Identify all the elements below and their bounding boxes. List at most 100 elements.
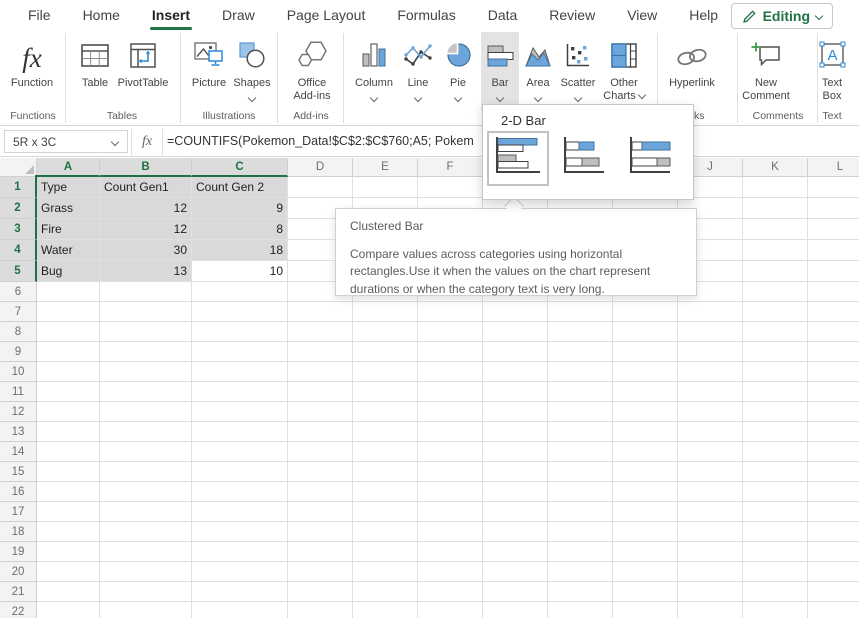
cell-A9[interactable]	[37, 342, 100, 362]
cell-H14[interactable]	[548, 442, 613, 462]
cell-J9[interactable]	[678, 342, 743, 362]
cell-E7[interactable]	[353, 302, 418, 322]
cell-E10[interactable]	[353, 362, 418, 382]
row-header-7[interactable]: 7	[0, 302, 37, 322]
cell-J20[interactable]	[678, 562, 743, 582]
cell-L6[interactable]	[808, 282, 859, 302]
cell-J12[interactable]	[678, 402, 743, 422]
cell-B17[interactable]	[100, 502, 192, 522]
col-header-C[interactable]: C	[192, 158, 288, 177]
cell-B10[interactable]	[100, 362, 192, 382]
row-header-1[interactable]: 1	[0, 177, 37, 198]
hundred-percent-stacked-bar-option[interactable]	[628, 137, 672, 180]
insert-function-button[interactable]: fx	[131, 129, 163, 155]
clustered-bar-option[interactable]	[487, 131, 549, 186]
cell-F11[interactable]	[418, 382, 483, 402]
cell-I12[interactable]	[613, 402, 678, 422]
cell-G20[interactable]	[483, 562, 548, 582]
column-chart-button[interactable]: Column	[351, 32, 397, 111]
cell-C16[interactable]	[192, 482, 288, 502]
cell-G7[interactable]	[483, 302, 548, 322]
cell-A15[interactable]	[37, 462, 100, 482]
cell-D18[interactable]	[288, 522, 353, 542]
row-header-5[interactable]: 5	[0, 261, 37, 282]
cell-B13[interactable]	[100, 422, 192, 442]
cell-C17[interactable]	[192, 502, 288, 522]
cell-D11[interactable]	[288, 382, 353, 402]
cell-I15[interactable]	[613, 462, 678, 482]
cell-G9[interactable]	[483, 342, 548, 362]
cell-K15[interactable]	[743, 462, 808, 482]
cell-J21[interactable]	[678, 582, 743, 602]
cell-C13[interactable]	[192, 422, 288, 442]
cell-J10[interactable]	[678, 362, 743, 382]
cell-D1[interactable]	[288, 177, 353, 198]
cell-L21[interactable]	[808, 582, 859, 602]
cell-H17[interactable]	[548, 502, 613, 522]
cell-C18[interactable]	[192, 522, 288, 542]
function-button[interactable]: fx Function	[6, 32, 58, 111]
cell-F20[interactable]	[418, 562, 483, 582]
cell-K5[interactable]	[743, 261, 808, 282]
cell-A14[interactable]	[37, 442, 100, 462]
cell-K3[interactable]	[743, 219, 808, 240]
col-header-F[interactable]: F	[418, 158, 483, 177]
cell-F12[interactable]	[418, 402, 483, 422]
cell-H15[interactable]	[548, 462, 613, 482]
cell-L11[interactable]	[808, 382, 859, 402]
cell-A22[interactable]	[37, 602, 100, 618]
cell-E17[interactable]	[353, 502, 418, 522]
cell-A2[interactable]: Grass	[37, 198, 100, 219]
cell-I9[interactable]	[613, 342, 678, 362]
cell-B21[interactable]	[100, 582, 192, 602]
cell-J7[interactable]	[678, 302, 743, 322]
cell-B20[interactable]	[100, 562, 192, 582]
cell-C14[interactable]	[192, 442, 288, 462]
cell-B6[interactable]	[100, 282, 192, 302]
cell-A8[interactable]	[37, 322, 100, 342]
cell-H21[interactable]	[548, 582, 613, 602]
cell-L3[interactable]	[808, 219, 859, 240]
cell-A12[interactable]	[37, 402, 100, 422]
cell-G21[interactable]	[483, 582, 548, 602]
cell-H18[interactable]	[548, 522, 613, 542]
cell-I8[interactable]	[613, 322, 678, 342]
cell-E19[interactable]	[353, 542, 418, 562]
cell-L18[interactable]	[808, 522, 859, 542]
cell-E21[interactable]	[353, 582, 418, 602]
cell-A17[interactable]	[37, 502, 100, 522]
row-header-8[interactable]: 8	[0, 322, 37, 342]
col-header-L[interactable]: L	[808, 158, 859, 177]
cell-G19[interactable]	[483, 542, 548, 562]
col-header-D[interactable]: D	[288, 158, 353, 177]
cell-K7[interactable]	[743, 302, 808, 322]
cell-B19[interactable]	[100, 542, 192, 562]
cell-H13[interactable]	[548, 422, 613, 442]
cell-L15[interactable]	[808, 462, 859, 482]
cell-K1[interactable]	[743, 177, 808, 198]
cell-B2[interactable]: 12	[100, 198, 192, 219]
cell-B4[interactable]: 30	[100, 240, 192, 261]
select-all-corner[interactable]	[0, 158, 37, 177]
cell-B16[interactable]	[100, 482, 192, 502]
menu-data[interactable]: Data	[472, 0, 534, 30]
cell-E18[interactable]	[353, 522, 418, 542]
cell-K6[interactable]	[743, 282, 808, 302]
cell-A10[interactable]	[37, 362, 100, 382]
cell-K12[interactable]	[743, 402, 808, 422]
cell-H16[interactable]	[548, 482, 613, 502]
cell-J22[interactable]	[678, 602, 743, 618]
new-comment-button[interactable]: New Comment	[737, 32, 795, 111]
cell-A20[interactable]	[37, 562, 100, 582]
cell-I21[interactable]	[613, 582, 678, 602]
cell-L9[interactable]	[808, 342, 859, 362]
cell-K22[interactable]	[743, 602, 808, 618]
text-box-button[interactable]: A Text Box	[807, 32, 857, 111]
cell-D15[interactable]	[288, 462, 353, 482]
cell-H11[interactable]	[548, 382, 613, 402]
col-header-B[interactable]: B	[100, 158, 192, 177]
cell-B14[interactable]	[100, 442, 192, 462]
cell-C21[interactable]	[192, 582, 288, 602]
cell-D12[interactable]	[288, 402, 353, 422]
pie-chart-button[interactable]: Pie	[440, 32, 476, 111]
